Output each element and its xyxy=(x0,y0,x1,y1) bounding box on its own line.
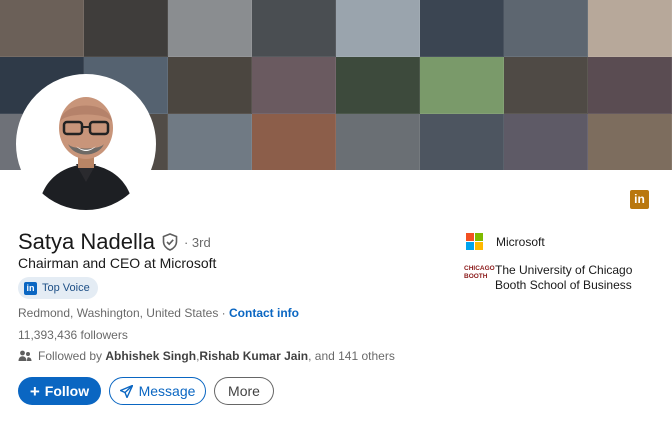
banner-photo xyxy=(336,114,420,170)
banner-photo xyxy=(504,114,588,170)
followed-by-prefix: Followed by xyxy=(38,349,103,363)
mutual-person: Rishab Kumar Jain xyxy=(199,349,309,363)
linkedin-icon: in xyxy=(24,281,37,295)
plus-icon: + xyxy=(29,381,40,401)
banner-photo xyxy=(588,114,672,170)
followers-count: 11,393,436 followers xyxy=(18,328,128,342)
banner-photo xyxy=(504,57,588,114)
followed-by-suffix: , and 141 others xyxy=(308,349,395,363)
message-button[interactable]: Message xyxy=(109,377,206,405)
banner-photo xyxy=(336,0,420,57)
profile-actions: + Follow Message More xyxy=(18,377,274,405)
top-voice-label: Top Voice xyxy=(42,282,90,294)
banner-photo xyxy=(504,0,588,57)
profile-photo[interactable] xyxy=(16,74,156,214)
banner-photo xyxy=(168,57,252,114)
message-label: Message xyxy=(138,383,196,399)
profile-photo-image xyxy=(20,78,152,210)
profile-headline: Chairman and CEO at Microsoft xyxy=(18,255,217,271)
top-voice-badge[interactable]: in Top Voice xyxy=(18,277,98,299)
mutual-person: Abhishek Singh xyxy=(105,349,197,363)
microsoft-logo xyxy=(466,233,483,250)
org-microsoft[interactable]: Microsoft xyxy=(466,233,545,250)
banner-photo xyxy=(168,0,252,57)
people-icon xyxy=(18,350,32,361)
banner-photo xyxy=(420,0,504,57)
location-row: Redmond, Washington, United States · Con… xyxy=(18,306,299,320)
verified-shield-icon[interactable] xyxy=(162,233,178,251)
banner-photo xyxy=(336,57,420,114)
banner-photo xyxy=(420,57,504,114)
contact-info-link[interactable]: Contact info xyxy=(229,306,299,320)
banner-photo xyxy=(252,57,336,114)
banner-photo xyxy=(252,114,336,170)
linkedin-badge-icon: in xyxy=(630,190,649,209)
banner-photo xyxy=(0,0,84,57)
location-text: Redmond, Washington, United States xyxy=(18,306,219,320)
more-label: More xyxy=(228,383,260,399)
name-row: Satya Nadella · 3rd xyxy=(18,229,211,255)
mutual-followers[interactable]: Followed by Abhishek Singh, Rishab Kumar… xyxy=(18,349,395,363)
more-button[interactable]: More xyxy=(214,377,274,405)
banner-photo xyxy=(252,0,336,57)
banner-photo xyxy=(588,57,672,114)
banner-photo xyxy=(420,114,504,170)
follow-label: Follow xyxy=(44,383,90,399)
profile-name: Satya Nadella xyxy=(18,229,155,254)
banner-photo xyxy=(588,0,672,57)
connection-degree: · 3rd xyxy=(183,234,211,250)
banner-photo xyxy=(84,0,168,57)
location-separator: · xyxy=(218,306,230,320)
org-name: The University of Chicago Booth School o… xyxy=(495,263,633,292)
follow-button[interactable]: + Follow xyxy=(18,377,101,405)
paper-plane-icon xyxy=(119,384,133,398)
chicago-booth-logo: CHICAGO BOOTH xyxy=(464,265,495,280)
org-chicago-booth[interactable]: CHICAGO BOOTH The University of Chicago B… xyxy=(464,263,645,293)
banner-photo xyxy=(168,114,252,170)
org-name: Microsoft xyxy=(496,234,545,249)
